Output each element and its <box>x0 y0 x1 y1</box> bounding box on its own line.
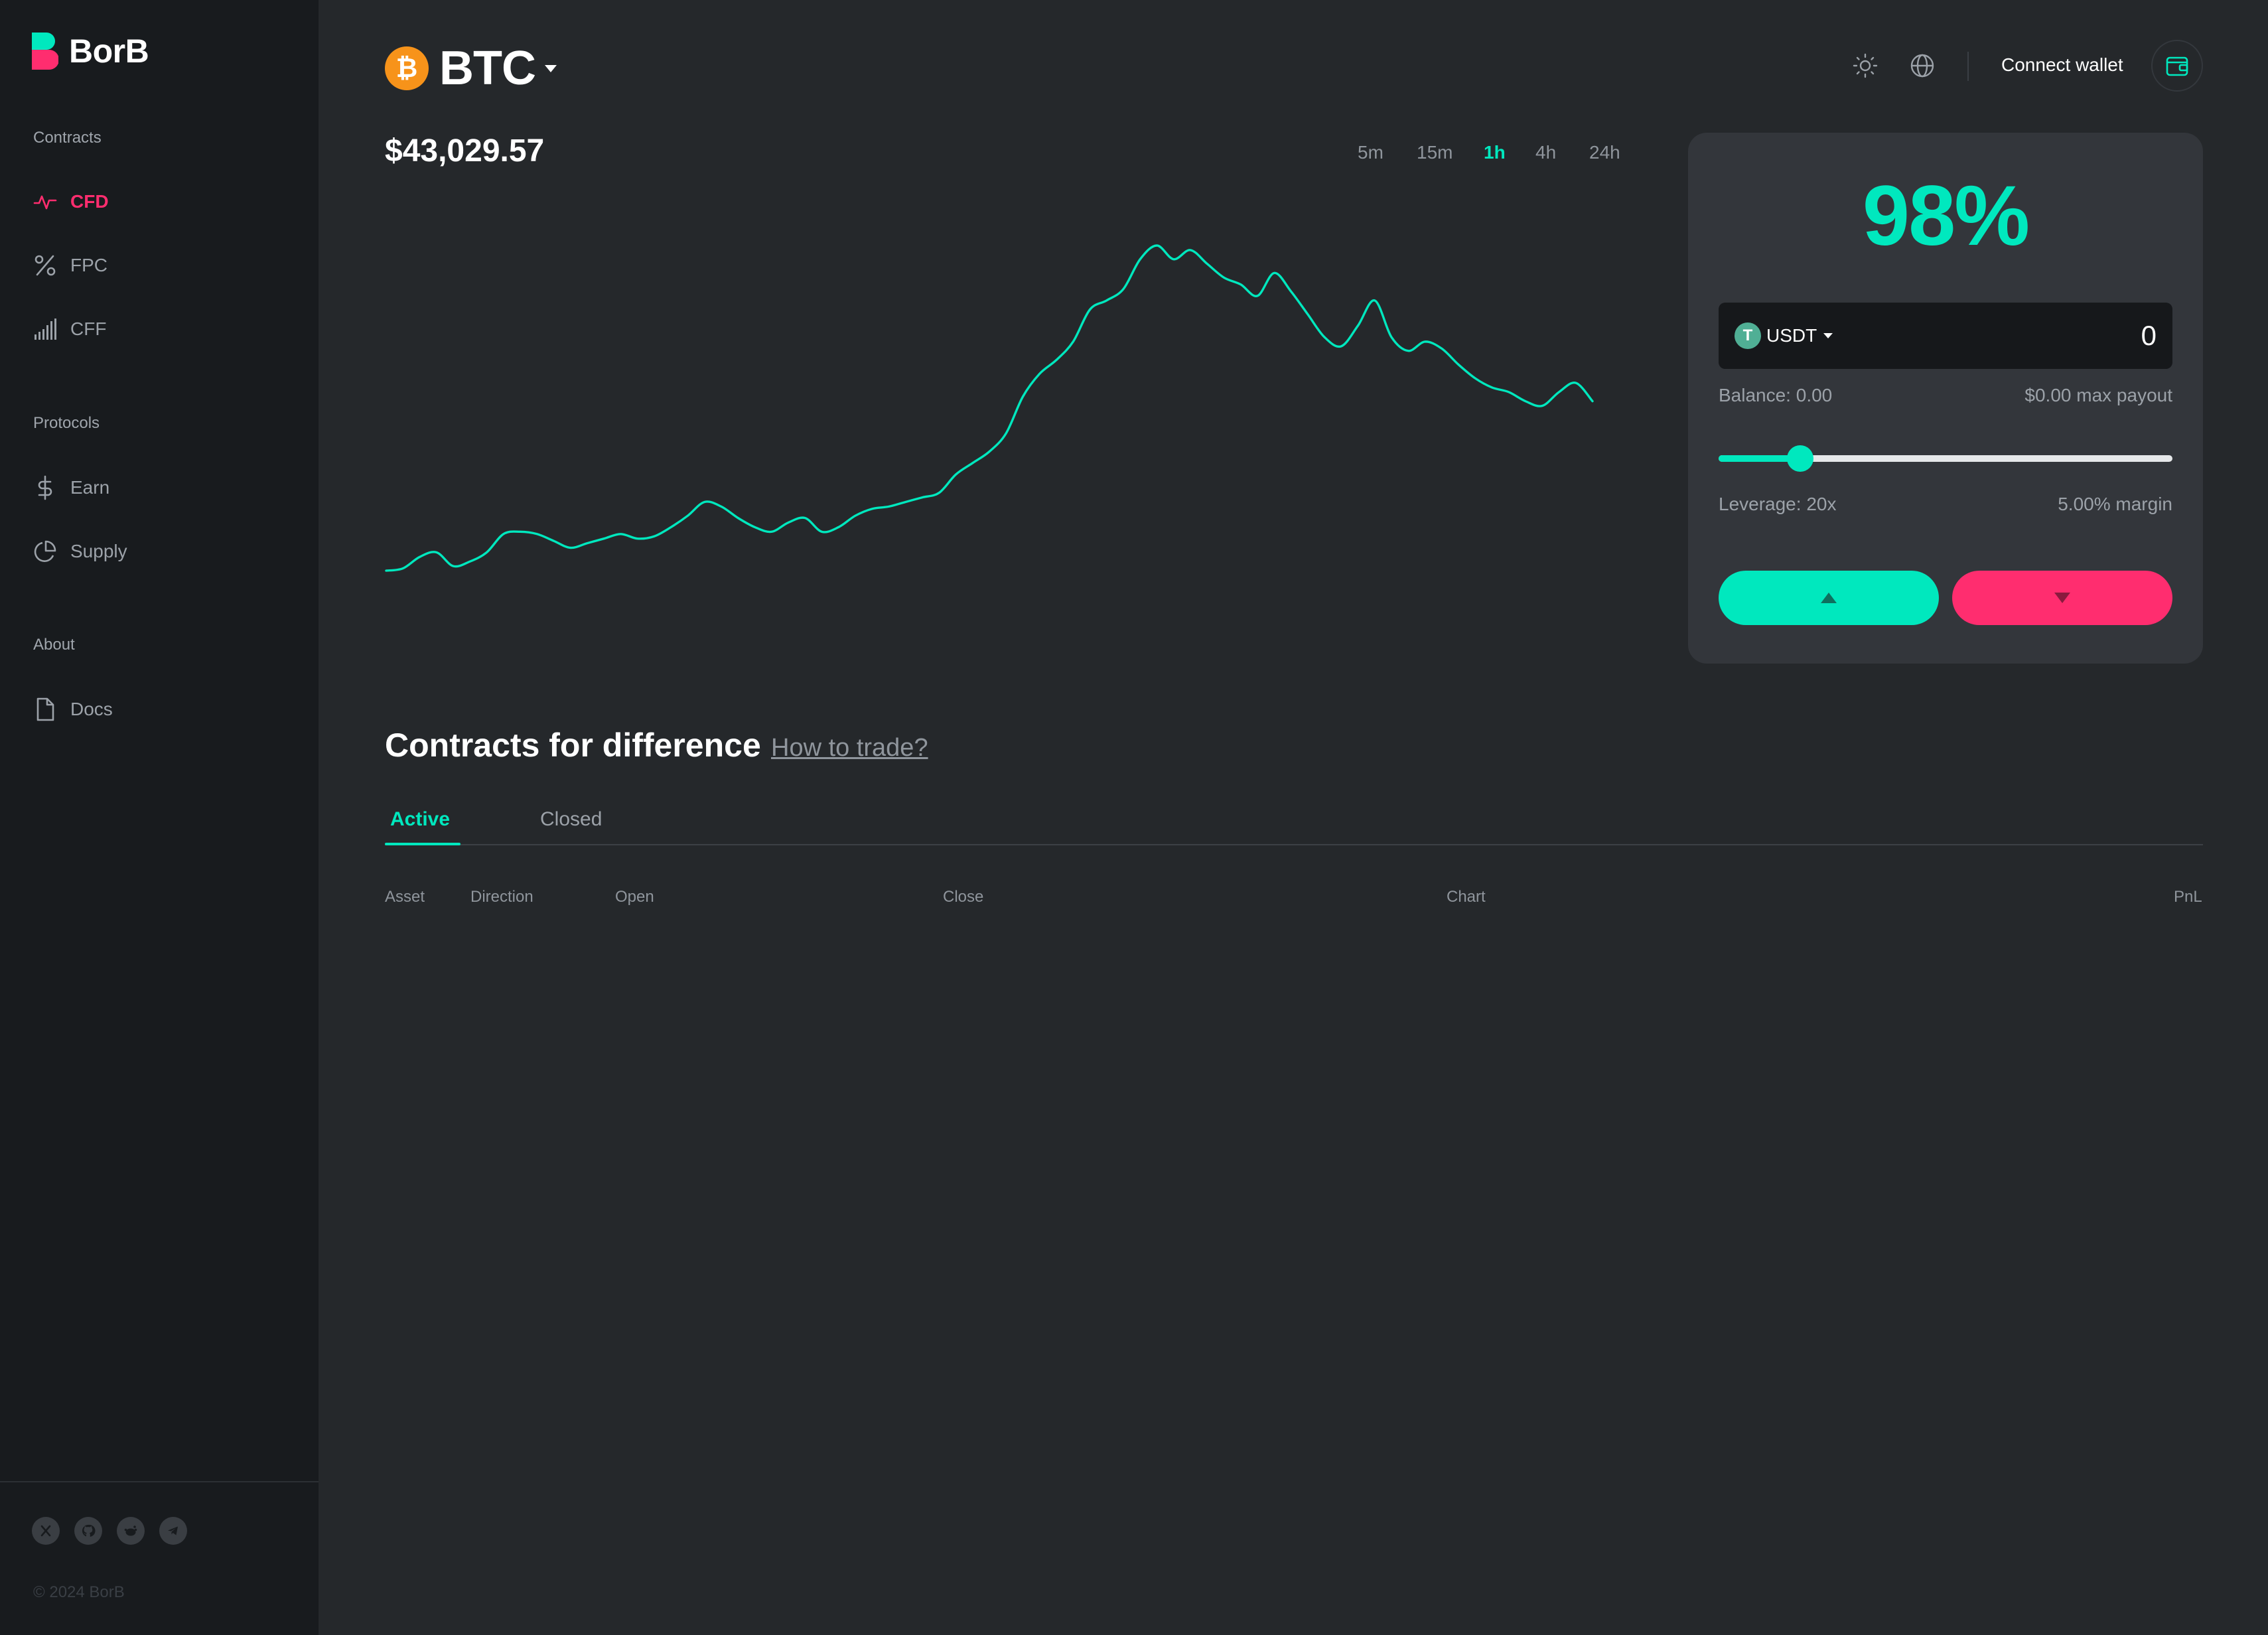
leverage-slider-thumb[interactable] <box>1787 445 1814 472</box>
column-header-direction: Direction <box>470 888 533 906</box>
tab-closed[interactable]: Closed <box>540 808 602 831</box>
sidebar-item-supply[interactable]: Supply <box>32 535 127 567</box>
sidebar-item-label: Docs <box>70 699 113 719</box>
column-header-chart: Chart <box>1447 888 1486 906</box>
connect-wallet-button[interactable]: Connect wallet <box>2001 54 2123 76</box>
header-divider <box>1967 52 1969 81</box>
chevron-down-icon <box>1823 333 1833 338</box>
sidebar-item-label: FPC <box>70 255 107 275</box>
theme-toggle[interactable] <box>1850 50 1880 81</box>
margin-label: 5.00% margin <box>2058 494 2172 514</box>
activity-icon <box>33 195 57 210</box>
wallet-button[interactable] <box>2151 40 2203 92</box>
sidebar-divider <box>0 1481 319 1482</box>
arrow-down-icon <box>2054 593 2070 603</box>
column-header-pnl: PnL <box>2174 888 2202 906</box>
amount-box: T USDT <box>1719 303 2172 369</box>
timeframe-1h[interactable]: 1h <box>1484 142 1506 163</box>
long-up-button[interactable] <box>1719 571 1939 625</box>
dollar-icon <box>38 475 52 500</box>
balance-label: Balance: 0.00 <box>1719 385 1833 405</box>
timeframe-24h[interactable]: 24h <box>1589 142 1620 163</box>
nav-section-protocols: Protocols <box>33 414 100 432</box>
percent-icon <box>35 255 56 276</box>
timeframe-15m[interactable]: 15m <box>1417 142 1453 163</box>
tether-icon: T <box>1735 322 1761 349</box>
sidebar-item-label: CFD <box>70 191 109 212</box>
github-icon[interactable] <box>74 1517 102 1545</box>
section-title: Contracts for difference <box>385 727 761 764</box>
timeframe-5m[interactable]: 5m <box>1358 142 1383 163</box>
sun-icon <box>1853 53 1878 78</box>
how-to-trade-link[interactable]: How to trade? <box>771 734 928 762</box>
short-down-button[interactable] <box>1952 571 2172 625</box>
signal-bars-icon <box>35 319 56 340</box>
wallet-icon <box>2166 56 2188 76</box>
sidebar-item-earn[interactable]: Earn <box>32 472 109 504</box>
price-chart <box>385 244 1594 572</box>
max-payout-label: $0.00 max payout <box>2024 385 2172 405</box>
nav-section-contracts: Contracts <box>33 129 102 147</box>
document-icon <box>36 697 54 721</box>
reddit-icon[interactable] <box>117 1517 145 1545</box>
trade-panel: 98% T USDT Balance: 0.00 $0.00 max payou… <box>1688 133 2203 664</box>
nav-section-about: About <box>33 636 75 654</box>
asset-name: BTC <box>439 42 536 95</box>
sidebar-item-label: Earn <box>70 477 110 498</box>
sidebar-item-cff[interactable]: CFF <box>32 313 106 345</box>
tab-active[interactable]: Active <box>390 808 450 831</box>
language-selector[interactable] <box>1907 50 1938 81</box>
sidebar-item-label: CFF <box>70 319 107 339</box>
price-line <box>385 244 1594 572</box>
borb-logo-icon <box>32 33 58 70</box>
leverage-label: Leverage: 20x <box>1719 494 1837 514</box>
leverage-slider[interactable] <box>1719 445 2172 472</box>
timeframe-4h[interactable]: 4h <box>1535 142 1556 163</box>
arrow-up-icon <box>1821 593 1837 603</box>
sidebar-item-cfd[interactable]: CFD <box>32 186 109 218</box>
asset-selector[interactable]: ₿ BTC <box>385 41 557 96</box>
column-header-close: Close <box>943 888 984 906</box>
sidebar-item-label: Supply <box>70 541 127 561</box>
column-header-asset: Asset <box>385 888 425 906</box>
telegram-icon[interactable] <box>159 1517 187 1545</box>
bitcoin-icon: ₿ <box>385 46 429 90</box>
tabs-divider <box>385 844 2203 845</box>
active-tab-indicator <box>385 843 461 845</box>
current-price: $43,029.57 <box>385 133 545 169</box>
copyright: © 2024 BorB <box>33 1583 125 1601</box>
chevron-down-icon <box>544 64 557 72</box>
sidebar-item-fpc[interactable]: FPC <box>32 249 107 281</box>
amount-input[interactable] <box>1957 317 2157 354</box>
globe-icon <box>1910 54 1934 78</box>
pie-chart-icon <box>34 540 56 562</box>
token-selector[interactable]: T USDT <box>1735 322 1833 349</box>
app-name: BorB <box>69 33 149 70</box>
x-icon[interactable] <box>32 1517 60 1545</box>
column-header-open: Open <box>615 888 654 906</box>
token-name: USDT <box>1766 325 1817 346</box>
social-links <box>32 1517 187 1545</box>
sidebar-item-docs[interactable]: Docs <box>32 693 113 725</box>
payout-percentage: 98% <box>1862 169 2030 263</box>
app-logo[interactable]: BorB <box>32 32 149 70</box>
sidebar: BorB Contracts CFD FPC CFF Protocols Ear… <box>0 0 319 1635</box>
